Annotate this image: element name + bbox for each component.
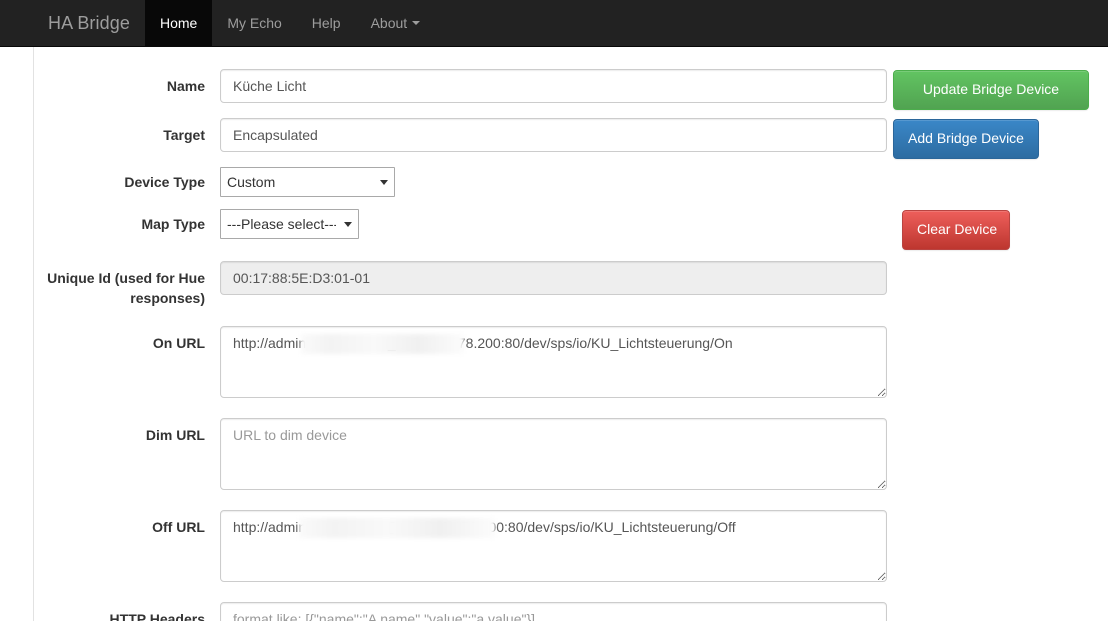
dim-url-field-wrap [220,417,887,495]
form-row-off-url: Off URL http://admin· @192.168.178.200:8… [33,509,1108,587]
navbar-brand[interactable]: HA Bridge [33,0,145,46]
map-type-select[interactable]: ---Please select--- [220,209,359,239]
nav-item-about[interactable]: About [356,0,436,46]
unique-id-label: Unique Id (used for Hue responses) [47,270,205,307]
off-url-label: Off URL [152,518,205,535]
chevron-down-icon [412,21,421,25]
navbar-items: Home My Echo Help About [144,0,436,46]
form-row-unique-id: Unique Id (used for Hue responses) [33,261,1108,309]
nav-item-help[interactable]: Help [297,0,356,46]
off-url-field-wrap: http://admin· @192.168.178.200:80/dev/sp… [220,509,887,587]
dim-url-label: Dim URL [145,426,205,443]
navbar: HA Bridge Home My Echo Help About [0,0,1108,47]
unique-id-field-wrap [220,261,887,295]
http-headers-field-wrap [220,601,887,621]
form-row-dim-url: Dim URL [33,417,1108,495]
device-type-field-wrap: Custom [220,167,395,197]
http-headers-label: HTTP Headers [109,610,205,621]
nav-item-home[interactable]: Home [144,0,213,46]
http-headers-textarea[interactable] [220,601,887,621]
map-type-label: Map Type [141,216,205,232]
on-url-textarea[interactable]: http://admin: _ :92.168.178.200:80/dev/s… [220,325,887,398]
on-url-label: On URL [152,334,205,351]
on-url-field-wrap: http://admin: _ :92.168.178.200:80/dev/s… [220,325,887,403]
device-type-label: Device Type [124,174,205,190]
device-type-select[interactable]: Custom [220,167,395,197]
name-input[interactable] [220,69,887,103]
name-field-wrap [220,69,887,103]
form-row-on-url: On URL http://admin: _ :92.168.178.200:8… [33,325,1108,403]
form-row-http-headers: HTTP Headers [33,601,1108,621]
target-input[interactable] [220,118,887,152]
clear-device-button[interactable]: Clear Device [902,210,1010,250]
nav-item-about-label: About [370,15,408,31]
device-type-select-wrap: Custom [220,167,395,197]
add-bridge-device-button[interactable]: Add Bridge Device [893,119,1039,159]
dim-url-textarea[interactable] [220,417,887,490]
form-row-device-type: Device Type Custom [33,167,1108,197]
name-label: Name [166,78,205,94]
map-type-select-wrap: ---Please select--- [220,209,359,239]
unique-id-input[interactable] [220,261,887,295]
target-label: Target [163,127,205,143]
map-type-field-wrap: ---Please select--- [220,209,359,239]
target-field-wrap [220,118,887,152]
off-url-textarea[interactable]: http://admin· @192.168.178.200:80/dev/sp… [220,509,887,582]
update-bridge-device-button[interactable]: Update Bridge Device [893,70,1089,110]
nav-item-my-echo[interactable]: My Echo [212,0,296,46]
